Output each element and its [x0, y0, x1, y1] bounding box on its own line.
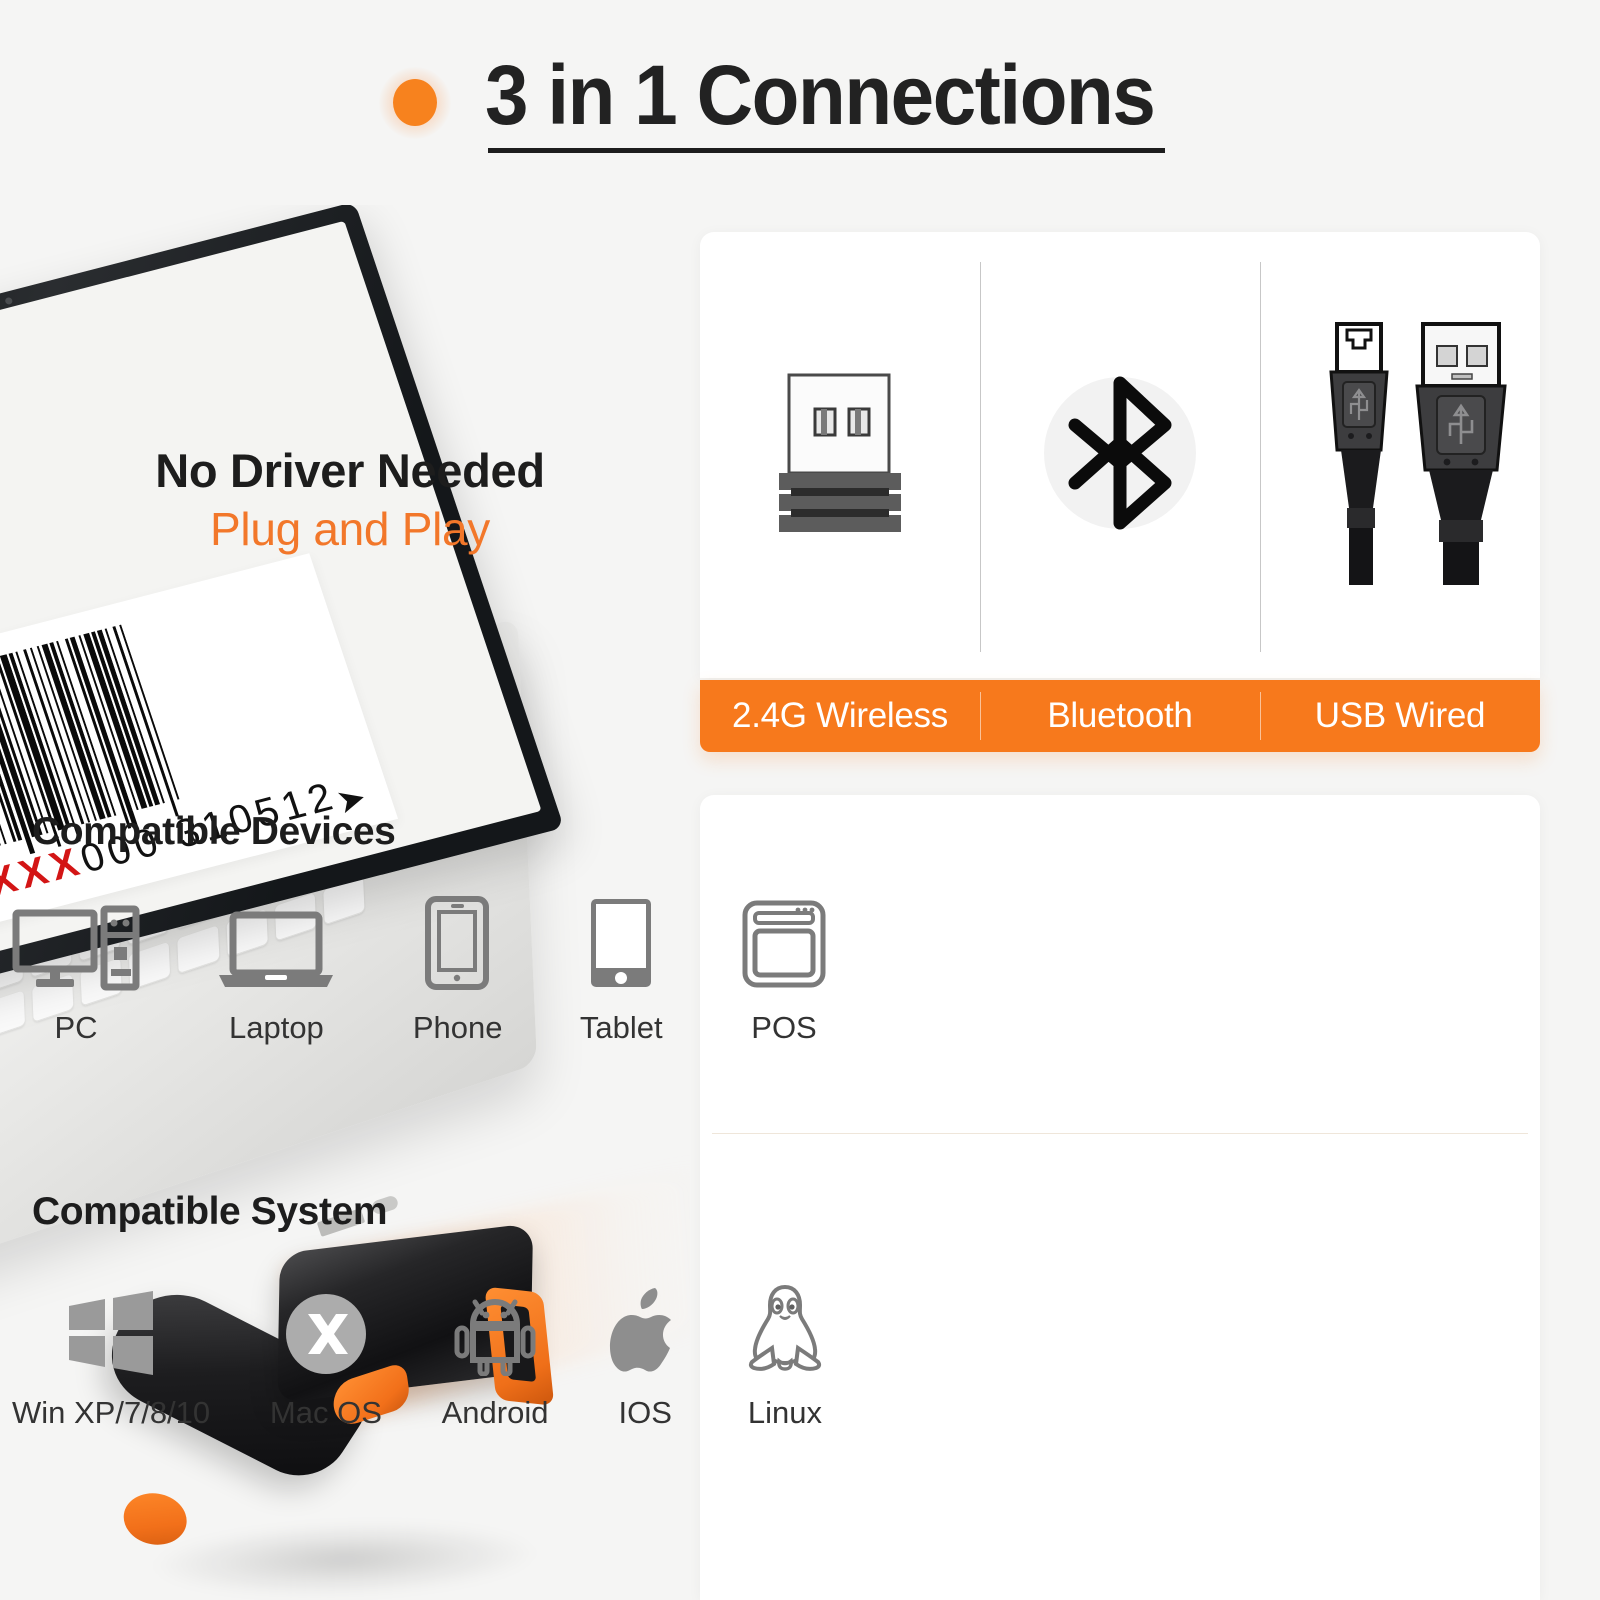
connection-cell-bluetooth [980, 232, 1260, 678]
device-item-pc: PC [12, 900, 140, 1046]
system-item-linux: Linux [742, 1284, 828, 1431]
tablet-icon [586, 895, 656, 996]
compatible-devices-title: Compatible Devices [32, 810, 396, 853]
connection-cell-usb-wired [1260, 232, 1540, 678]
connection-label-usb-wired: USB Wired [1260, 680, 1540, 752]
compatible-devices-row: PC Laptop Phone Tablet POS [12, 896, 828, 1046]
page-title: 3 in 1 Connections [485, 47, 1156, 142]
compatible-system-title: Compatible System [32, 1190, 388, 1233]
linux-tux-icon [742, 1284, 828, 1381]
no-driver-heading: No Driver Needed [155, 444, 545, 497]
desktop-pc-icon [12, 899, 140, 996]
windows-icon [65, 1290, 157, 1381]
connections-card [700, 232, 1540, 678]
connection-cell-wireless [700, 232, 980, 678]
title-underline [488, 147, 1165, 153]
connections-label-bar: 2.4G Wireless Bluetooth USB Wired [700, 680, 1540, 752]
system-label-android: Android [441, 1395, 549, 1430]
usb-cable-icon [1285, 320, 1515, 590]
system-item-windows: Win XP/7/8/10 [12, 1285, 210, 1431]
device-label-tablet: Tablet [579, 1010, 663, 1045]
device-label-pos: POS [751, 1010, 817, 1045]
usb-dongle-icon [765, 355, 915, 555]
laptop-icon [217, 909, 335, 996]
system-label-linux: Linux [747, 1395, 823, 1430]
page-header: 3 in 1 Connections [0, 0, 1600, 205]
apple-icon [608, 1286, 682, 1381]
connection-label-bluetooth: Bluetooth [980, 680, 1260, 752]
section-divider [712, 1133, 1528, 1134]
device-label-pc: PC [54, 1010, 98, 1045]
webcam-icon [4, 296, 14, 306]
macos-x-icon [284, 1292, 368, 1381]
pos-terminal-icon [740, 899, 828, 996]
system-item-macos: Mac OS [270, 1285, 382, 1431]
system-label-windows: Win XP/7/8/10 [12, 1395, 211, 1430]
device-item-laptop: Laptop [217, 900, 335, 1046]
android-icon [451, 1290, 539, 1381]
system-label-ios: IOS [618, 1395, 672, 1430]
phone-icon [422, 895, 494, 996]
compatible-system-row: Win XP/7/8/10 Mac OS Android IOS Linux [12, 1284, 828, 1431]
device-label-phone: Phone [412, 1010, 503, 1045]
device-item-phone: Phone [412, 896, 503, 1046]
system-item-android: Android [441, 1285, 549, 1431]
orange-dot-icon [379, 66, 452, 139]
device-item-pos: POS [740, 900, 828, 1046]
device-label-laptop: Laptop [228, 1010, 324, 1045]
device-item-tablet: Tablet [579, 899, 663, 1046]
plug-and-play-heading: Plug and Play [210, 502, 490, 555]
system-item-ios: IOS [608, 1285, 682, 1431]
connection-label-wireless: 2.4G Wireless [732, 696, 948, 735]
bluetooth-icon [1020, 353, 1220, 558]
system-label-macos: Mac OS [269, 1395, 382, 1430]
